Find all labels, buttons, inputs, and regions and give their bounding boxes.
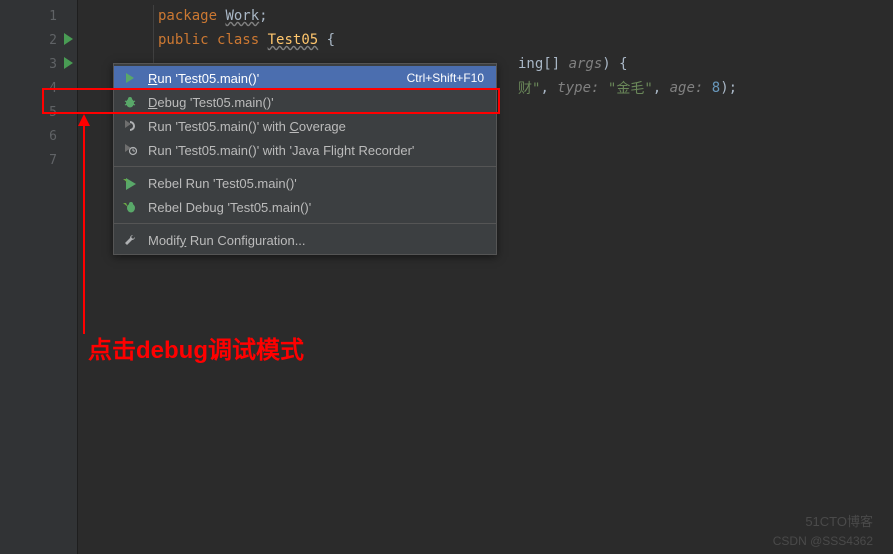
- coverage-icon: [122, 118, 138, 134]
- bug-icon: [122, 94, 138, 110]
- gutter-line-7[interactable]: 7: [0, 148, 77, 172]
- annotation-text: 点击debug调试模式: [88, 330, 304, 365]
- gutter-line-1[interactable]: 1: [0, 4, 77, 28]
- gutter-line-6[interactable]: 6: [0, 124, 77, 148]
- menu-item-rebel-debug[interactable]: Rebel Debug 'Test05.main()': [114, 195, 496, 219]
- flight-recorder-icon: [122, 142, 138, 158]
- menu-item-debug[interactable]: Debug 'Test05.main()': [114, 90, 496, 114]
- watermark-csdn: CSDN @SSS4362: [773, 534, 873, 548]
- gutter-line-3[interactable]: 3: [0, 52, 77, 76]
- menu-item-rebel-run[interactable]: Rebel Run 'Test05.main()': [114, 171, 496, 195]
- menu-separator: [114, 166, 496, 167]
- menu-item-coverage[interactable]: Run 'Test05.main()' with Coverage: [114, 114, 496, 138]
- code-line-2: public class Test05 {: [158, 28, 893, 52]
- jrebel-run-icon: [122, 175, 138, 191]
- menu-item-flight-recorder[interactable]: Run 'Test05.main()' with 'Java Flight Re…: [114, 138, 496, 162]
- run-gutter-icon[interactable]: [64, 33, 73, 45]
- watermark: 51CTO博客: [805, 511, 873, 530]
- menu-separator: [114, 223, 496, 224]
- menu-item-modify-config[interactable]: Modify Run Configuration...: [114, 228, 496, 252]
- menu-item-run[interactable]: Run 'Test05.main()' Ctrl+Shift+F10: [114, 66, 496, 90]
- gutter-line-5[interactable]: 5: [0, 100, 77, 124]
- wrench-icon: [122, 232, 138, 248]
- gutter-line-2[interactable]: 2: [0, 28, 77, 52]
- code-line-1: package Work;: [158, 4, 893, 28]
- jrebel-debug-icon: [122, 199, 138, 215]
- context-menu: Run 'Test05.main()' Ctrl+Shift+F10 Debug…: [113, 63, 497, 255]
- gutter: 1 2 3 4 5 6 7: [0, 0, 78, 554]
- run-icon: [122, 70, 138, 86]
- run-gutter-icon[interactable]: [64, 57, 73, 69]
- gutter-line-4[interactable]: 4: [0, 76, 77, 100]
